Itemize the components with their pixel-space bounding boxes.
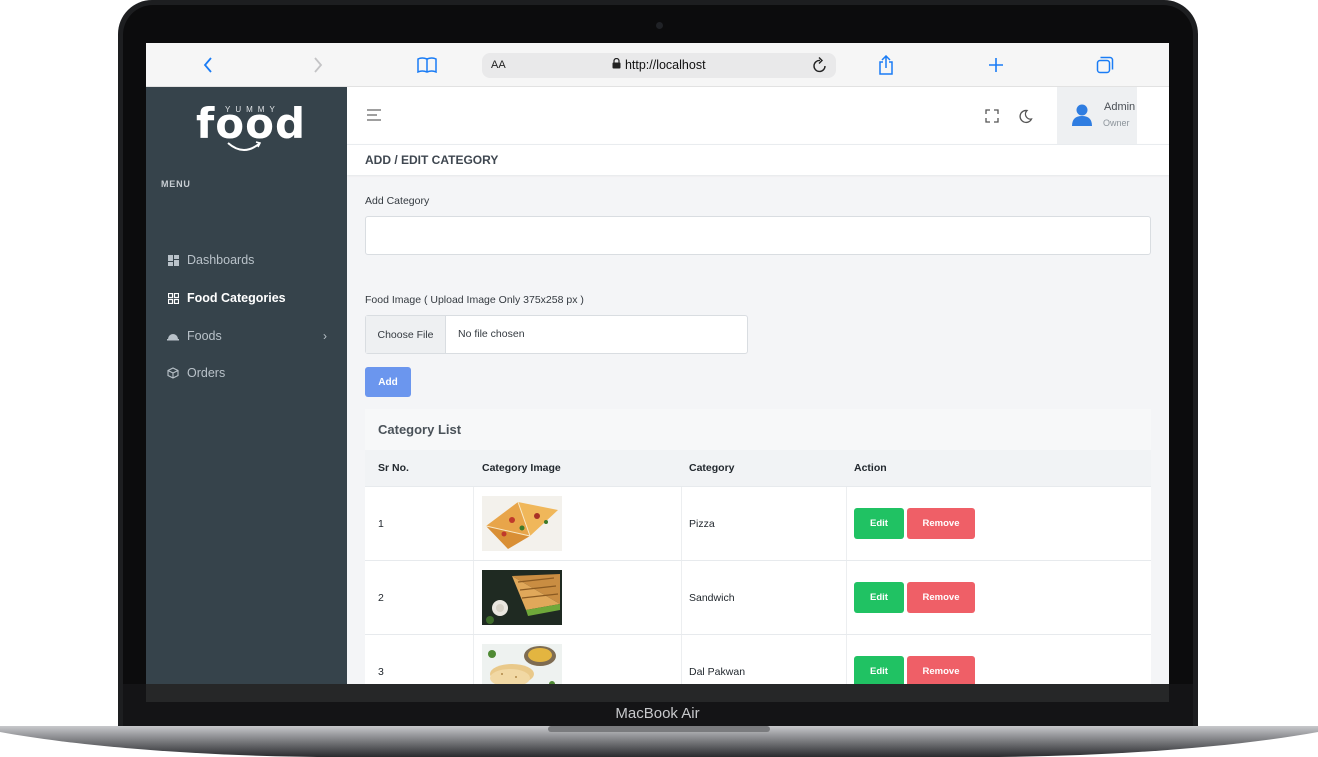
menu-toggle-icon[interactable] [367,109,383,121]
address-bar[interactable]: AA http://localhost [482,53,836,78]
category-list-card: Category List Sr No. Category Image Cate… [365,409,1151,684]
dark-mode-icon[interactable] [1016,107,1034,125]
user-name: Admin [1104,101,1136,113]
fullscreen-icon[interactable] [983,107,1001,125]
dashboard-icon [167,254,179,266]
choose-file-button[interactable]: Choose File [366,316,446,353]
browser-toolbar: AA http://localhost [146,43,1169,87]
card-title: Category List [378,422,462,437]
dal-pakwan-image [482,644,562,684]
sidebar-item-label: Food Categories [187,291,286,305]
topbar: Admin Owner [347,87,1169,144]
category-name: Dal Pakwan [689,666,746,678]
column-header: Action [854,462,887,474]
edit-button[interactable]: Edit [854,656,904,684]
sidebar-item-food-categories[interactable]: Food Categories [146,281,347,315]
sidebar-item-label: Dashboards [187,253,255,267]
pizza-image [482,496,562,551]
category-input[interactable] [365,216,1151,255]
card-header: Category List [365,409,1151,450]
category-name: Pizza [689,518,715,530]
column-header: Category [689,462,735,474]
menu-title: MENU [161,179,191,189]
back-icon[interactable] [196,53,220,77]
sidebar-item-foods[interactable]: Foods › [146,319,347,353]
remove-button[interactable]: Remove [907,508,975,539]
category-label: Add Category [365,195,430,207]
share-icon[interactable] [874,53,898,77]
cloche-icon [167,330,179,342]
user-menu[interactable]: Admin Owner [1057,87,1137,144]
sr-number: 1 [378,518,384,530]
main-content: Add Category Food Image ( Upload Image O… [347,175,1169,684]
file-input[interactable]: Choose File No file chosen [365,315,748,354]
sidebar-item-label: Orders [187,366,226,380]
bookmarks-icon[interactable] [415,53,439,77]
box-icon [167,367,179,379]
camera-icon [656,22,663,29]
sidebar-item-orders[interactable]: Orders [146,356,347,390]
laptop-base [0,726,1318,757]
column-header: Category Image [482,462,561,474]
sidebar-item-label: Foods [187,329,222,343]
remove-button[interactable]: Remove [907,582,975,613]
page-header: ADD / EDIT CATEGORY [347,144,1169,175]
reload-icon[interactable] [812,56,828,79]
screen: AA http://localhost food YUMMY MENU Dash… [146,43,1169,684]
table-header: Sr No. Category Image Category Action [365,450,1151,486]
sandwich-image [482,570,562,625]
new-tab-icon[interactable] [984,53,1008,77]
lock-icon [612,57,624,72]
table-row: 3 Dal Pakwan Edit Remove [365,634,1151,684]
grid-icon [167,292,179,304]
sr-number: 2 [378,592,384,604]
category-name: Sandwich [689,592,735,604]
chevron-right-icon: › [323,329,327,343]
user-role: Owner [1103,118,1130,128]
device-label: MacBook Air [615,705,700,722]
smile-icon [227,141,262,151]
logo: food YUMMY [146,87,347,165]
sidebar: food YUMMY MENU Dashboards Food Categori… [146,87,347,684]
page-title: ADD / EDIT CATEGORY [365,153,499,167]
chin-strip [146,684,1169,702]
table-row: 2 Sandwich Edit Remove [365,560,1151,635]
logo-subtext: YUMMY [225,105,280,114]
edit-button[interactable]: Edit [854,508,904,539]
sr-number: 3 [378,666,384,678]
avatar [1072,104,1092,126]
file-status: No file chosen [458,328,525,340]
add-button[interactable]: Add [365,367,411,397]
image-label: Food Image ( Upload Image Only 375x258 p… [365,294,584,306]
url-text: http://localhost [624,58,706,72]
remove-button[interactable]: Remove [907,656,975,684]
forward-icon[interactable] [306,53,330,77]
tabs-icon[interactable] [1093,53,1117,77]
sidebar-item-dashboards[interactable]: Dashboards [146,243,347,277]
table-row: 1 Pizza Edit Remove [365,486,1151,561]
edit-button[interactable]: Edit [854,582,904,613]
column-header: Sr No. [378,462,409,474]
